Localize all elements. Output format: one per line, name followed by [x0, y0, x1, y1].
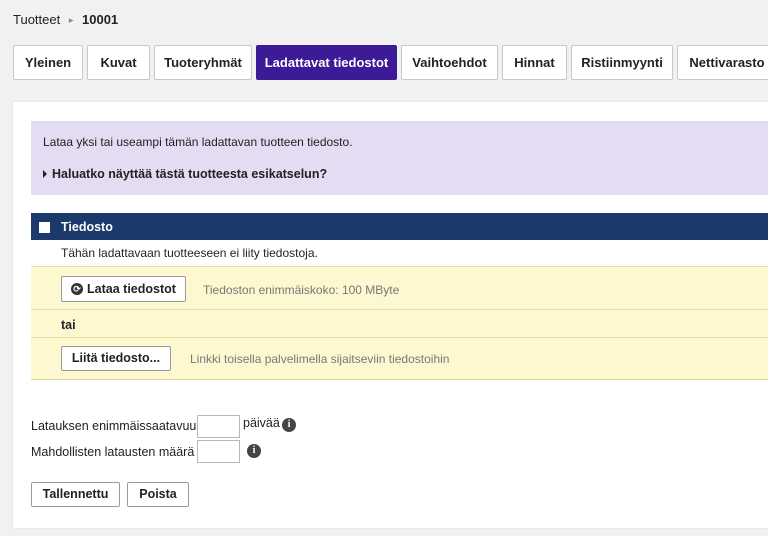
select-all-checkbox[interactable] — [39, 222, 50, 233]
max-availability-input[interactable] — [197, 415, 240, 438]
breadcrumb-current: 10001 — [82, 12, 119, 27]
file-table: Tiedosto Tähän ladattavaan tuotteeseen e… — [31, 213, 768, 380]
upload-icon: ⟳ — [71, 283, 84, 295]
breadcrumb-separator-icon: ▸ — [68, 15, 74, 25]
tab-ristiinmyynti[interactable]: Ristiinmyynti — [571, 45, 673, 80]
upload-button-label: Lataa tiedostot — [87, 282, 176, 296]
upload-size-hint: Tiedoston enimmäiskoko: 100 MByte — [203, 283, 400, 297]
preview-toggle[interactable]: Haluatko näyttää tästä tuotteesta esikat… — [43, 167, 327, 181]
tab-hinnat[interactable]: Hinnat — [502, 45, 567, 80]
tab-nettivarasto[interactable]: Nettivarasto — [677, 45, 768, 80]
link-row: Liitä tiedosto... Linkki toisella palvel… — [31, 338, 768, 380]
tab-ladattavat-tiedostot[interactable]: Ladattavat tiedostot — [256, 45, 397, 80]
tab-vaihtoehdot[interactable]: Vaihtoehdot — [401, 45, 498, 80]
breadcrumb-parent-link[interactable]: Tuotteet — [13, 12, 60, 27]
upload-row: ⟳ Lataa tiedostot Tiedoston enimmäiskoko:… — [31, 267, 768, 310]
preview-toggle-label: Haluatko näyttää tästä tuotteesta esikat… — [52, 167, 328, 181]
empty-row: Tähän ladattavaan tuotteeseen ei liity t… — [31, 240, 768, 267]
delete-button[interactable]: Poista — [127, 482, 189, 507]
info-icon[interactable]: i — [247, 444, 261, 458]
link-hint: Linkki toisella palvelimella sijaitsevii… — [190, 352, 450, 366]
info-text: Lataa yksi tai useampi tämän ladattavan … — [43, 135, 353, 149]
save-button[interactable]: Tallennettu — [31, 482, 120, 507]
upload-files-button[interactable]: ⟳ Lataa tiedostot — [61, 276, 186, 302]
tab-yleinen[interactable]: Yleinen — [13, 45, 83, 80]
or-row: tai — [31, 310, 768, 338]
breadcrumb: Tuotteet ▸ 10001 — [13, 12, 118, 27]
link-file-button[interactable]: Liitä tiedosto... — [61, 346, 171, 371]
tab-kuvat[interactable]: Kuvat — [87, 45, 150, 80]
table-header: Tiedosto — [31, 213, 768, 240]
column-header-tiedosto: Tiedosto — [61, 220, 113, 234]
max-downloads-label: Mahdollisten latausten määrä — [31, 445, 195, 459]
max-availability-label: Latauksen enimmäissaatavuus — [31, 419, 203, 433]
max-availability-unit: päivää — [243, 416, 280, 430]
caret-right-icon — [43, 170, 47, 178]
max-downloads-input[interactable] — [197, 440, 240, 463]
downloads-panel: Lataa yksi tai useampi tämän ladattavan … — [13, 102, 768, 528]
info-box: Lataa yksi tai useampi tämän ladattavan … — [31, 121, 768, 195]
or-label: tai — [61, 318, 76, 332]
tab-tuoteryhmat[interactable]: Tuoteryhmät — [154, 45, 252, 80]
info-icon[interactable]: i — [282, 418, 296, 432]
